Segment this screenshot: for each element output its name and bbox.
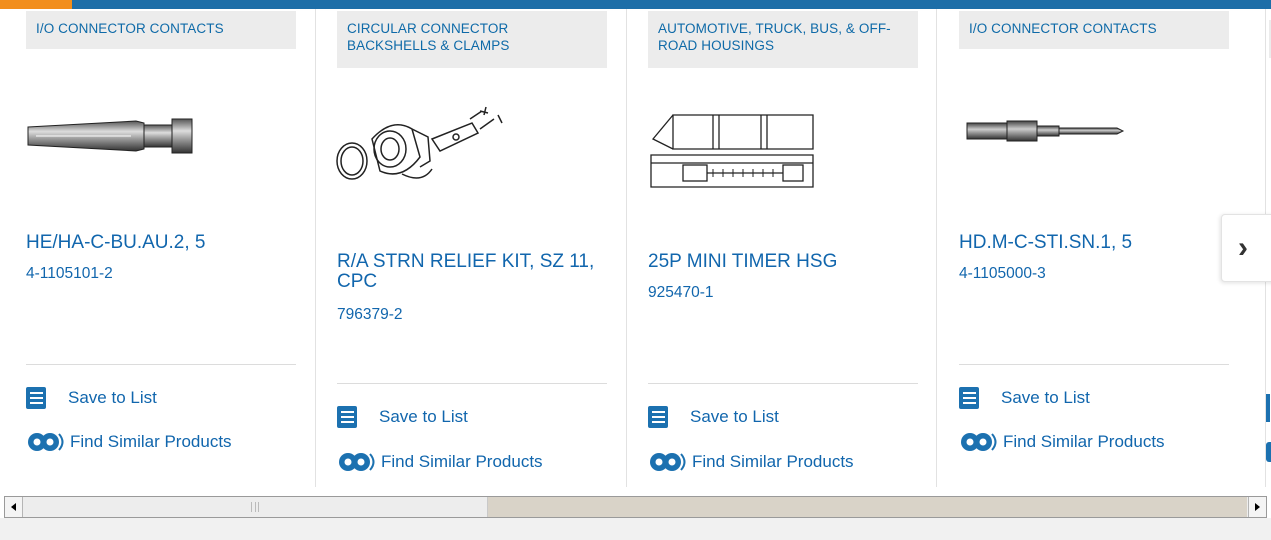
find-similar-label: Find Similar Products [1003,432,1165,451]
scrollbar-track[interactable] [488,497,1247,517]
checklist-icon [337,406,357,428]
part-number[interactable]: 4-1105101-2 [26,265,113,283]
product-title[interactable]: 25P MINI TIMER HSG [648,252,918,272]
save-to-list-label: Save to List [68,388,157,407]
find-similar-label: Find Similar Products [692,452,854,471]
find-similar-label: Find Similar Products [381,452,543,471]
divider [337,383,607,384]
grip-icon [251,502,259,512]
find-similar-button[interactable]: Find Similar Products [337,449,543,475]
divider [26,364,296,365]
orange-accent [0,0,72,9]
category-tag[interactable]: I/O CONNECTOR CONTACTS [26,11,296,49]
part-number[interactable]: 796379-2 [337,306,403,324]
arrow-left-icon [11,503,16,511]
checklist-icon [959,387,979,409]
chevron-right-icon: › [1238,231,1248,264]
pin-contact-image[interactable] [959,89,1229,199]
product-card: AUTOMOTIVE, TRUCK, BUS, & OFF-ROAD HOUSI… [626,9,937,487]
scroll-right-button[interactable] [1248,497,1266,517]
find-similar-button[interactable]: Find Similar Products [959,429,1165,455]
find-similar-label: Find Similar Products [70,432,232,451]
scroll-left-button[interactable] [5,497,23,517]
save-to-list-button[interactable]: Save to List [959,387,1090,409]
category-tag[interactable]: I/O CONNECTOR CONTACTS [959,11,1229,49]
category-tag[interactable]: AUTOMOTIVE, TRUCK, BUS, & OFF-ROAD HOUSI… [648,11,918,68]
checklist-icon [1266,394,1270,422]
category-tag[interactable]: CIRCULAR CONNECTOR BACKSHELLS & CLAMPS [337,11,607,68]
gears-icon [1266,442,1271,462]
save-to-list-button[interactable]: Save to List [26,387,157,409]
find-similar-button[interactable]: Find Similar Products [648,449,854,475]
save-to-list-button[interactable]: Save to List [337,406,468,428]
product-title[interactable]: HD.M-C-STI.SN.1, 5 [959,233,1229,253]
save-to-list-label: Save to List [690,407,779,426]
save-to-list-label: Save to List [379,407,468,426]
scrollbar-thumb[interactable] [23,497,488,517]
gears-icon [28,433,64,451]
checklist-icon [26,387,46,409]
product-card: CIRCULAR CONNECTOR BACKSHELLS & CLAMPS R… [315,9,626,487]
find-similar-button[interactable]: Find Similar Products [26,429,232,455]
carousel-next-button[interactable]: › [1221,214,1271,282]
part-number[interactable]: 925470-1 [648,284,714,302]
product-carousel: I/O CONNECTOR CONTACTS HE/HA-C-BU.AU.2, … [0,9,1271,487]
divider [959,364,1229,365]
gears-icon [339,453,375,471]
product-title[interactable]: R/A STRN RELIEF KIT, SZ 11, CPC [337,252,607,292]
socket-contact-image[interactable] [26,89,296,199]
bottom-pane [0,518,1271,540]
gears-icon [961,433,997,451]
checklist-icon [648,406,668,428]
timer-housing-image[interactable] [643,89,913,199]
divider [648,383,918,384]
strain-relief-kit-image[interactable] [332,89,602,199]
horizontal-scrollbar[interactable] [4,496,1267,518]
top-accent-bar [0,0,1271,9]
product-card: I/O CONNECTOR CONTACTS HD.M-C-STI.SN.1, … [936,9,1247,487]
save-to-list-label: Save to List [1001,388,1090,407]
arrow-right-icon [1255,503,1260,511]
part-number[interactable]: 4-1105000-3 [959,265,1046,283]
product-card: I/O CONNECTOR CONTACTS HE/HA-C-BU.AU.2, … [0,9,311,487]
save-to-list-button[interactable]: Save to List [648,406,779,428]
product-title[interactable]: HE/HA-C-BU.AU.2, 5 [26,233,296,253]
gears-icon [650,453,686,471]
